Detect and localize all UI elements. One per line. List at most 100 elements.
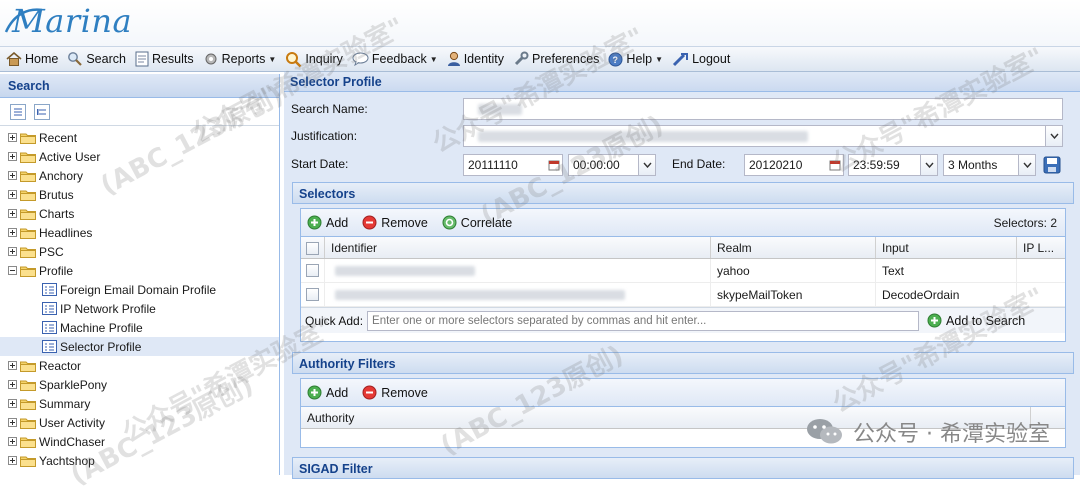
add-icon xyxy=(927,313,942,328)
tree-item-label: Brutus xyxy=(39,187,74,202)
row-checkbox[interactable] xyxy=(306,264,319,277)
quick-add-row: Quick Add: Enter one or more selectors s… xyxy=(301,307,1065,333)
date-range-dropdown-button[interactable] xyxy=(1018,155,1035,175)
remove-icon xyxy=(362,385,377,400)
column-header-realm[interactable]: Realm xyxy=(711,237,876,258)
justification-label: Justification: xyxy=(291,129,358,143)
column-header-input[interactable]: Input xyxy=(876,237,1017,258)
expand-all-button[interactable] xyxy=(10,103,26,120)
correlate-button[interactable]: Correlate xyxy=(442,215,512,230)
start-date-calendar-button[interactable] xyxy=(545,155,562,175)
date-range-select[interactable]: 3 Months xyxy=(943,154,1036,176)
save-button[interactable] xyxy=(1042,155,1062,175)
selectors-section-header[interactable]: Selectors xyxy=(292,182,1074,204)
folder-icon xyxy=(20,399,36,410)
realm-cell: yahoo xyxy=(711,259,876,282)
tree-folder[interactable]: Brutus xyxy=(0,185,279,204)
expand-toggle-icon[interactable] xyxy=(8,399,17,408)
collapse-all-icon xyxy=(37,108,46,115)
reports-menu[interactable]: Reports ▼ xyxy=(201,48,281,70)
expand-toggle-icon[interactable] xyxy=(8,361,17,370)
collapse-toggle-icon[interactable] xyxy=(8,266,17,275)
expand-toggle-icon[interactable] xyxy=(8,380,17,389)
expand-toggle-icon[interactable] xyxy=(8,418,17,427)
end-date-field[interactable]: 20120210 xyxy=(744,154,844,176)
tree-folder[interactable]: PSC xyxy=(0,242,279,261)
row-checkbox[interactable] xyxy=(306,288,319,301)
preferences-button[interactable]: Preferences xyxy=(511,48,603,70)
results-button[interactable]: Results xyxy=(133,48,198,70)
expand-toggle-icon[interactable] xyxy=(8,152,17,161)
tree-folder[interactable]: Profile xyxy=(0,261,279,280)
quick-add-label: Quick Add: xyxy=(305,313,364,328)
end-time-dropdown-button[interactable] xyxy=(920,155,937,175)
tree-leaf[interactable]: Machine Profile xyxy=(0,318,279,337)
end-date-label: End Date: xyxy=(672,157,726,171)
tree-item-label: Summary xyxy=(39,396,91,411)
expand-toggle-icon[interactable] xyxy=(8,190,17,199)
form-icon xyxy=(42,302,57,315)
reports-gear-icon xyxy=(205,53,217,65)
feedback-bubble-icon xyxy=(352,52,369,66)
end-time-field[interactable]: 23:59:59 xyxy=(848,154,938,176)
tree-folder[interactable]: Charts xyxy=(0,204,279,223)
help-menu[interactable]: ? Help ▼ xyxy=(606,48,667,70)
sigad-filter-section-header[interactable]: SIGAD Filter xyxy=(292,457,1074,479)
home-button[interactable]: Home xyxy=(4,48,62,70)
column-header-ip[interactable]: IP L... xyxy=(1017,237,1065,258)
selector-profile-panel: Selector Profile Search Name: Justificat… xyxy=(284,72,1080,479)
expand-toggle-icon[interactable] xyxy=(8,247,17,256)
logout-icon xyxy=(673,52,689,66)
search-button[interactable]: Search xyxy=(65,48,130,70)
tree-folder[interactable]: Yachtshop xyxy=(0,451,279,470)
tree-folder[interactable]: SparklePony xyxy=(0,375,279,394)
tree-folder[interactable]: User Activity xyxy=(0,413,279,432)
justification-dropdown-button[interactable] xyxy=(1045,126,1062,146)
authority-filters-section-header[interactable]: Authority Filters xyxy=(292,352,1074,374)
inquiry-magnifier-icon xyxy=(286,51,302,67)
add-authority-button[interactable]: Add xyxy=(307,385,348,400)
tree-leaf[interactable]: Foreign Email Domain Profile xyxy=(0,280,279,299)
tree-folder[interactable]: Headlines xyxy=(0,223,279,242)
select-all-checkbox[interactable] xyxy=(306,242,319,255)
expand-toggle-icon[interactable] xyxy=(8,228,17,237)
add-selector-button[interactable]: Add xyxy=(307,215,348,230)
inquiry-button[interactable]: Inquiry xyxy=(283,48,347,70)
results-icon xyxy=(135,51,149,67)
start-time-dropdown-button[interactable] xyxy=(638,155,655,175)
collapse-all-button[interactable] xyxy=(34,103,50,120)
tree-folder[interactable]: WindChaser xyxy=(0,432,279,451)
tree-folder[interactable]: Reactor xyxy=(0,356,279,375)
select-all-column[interactable] xyxy=(301,237,325,258)
end-date-calendar-button[interactable] xyxy=(826,155,843,175)
expand-toggle-icon[interactable] xyxy=(8,171,17,180)
feedback-menu[interactable]: Feedback ▼ xyxy=(350,48,442,70)
search-name-field[interactable] xyxy=(463,98,1063,120)
tree-folder[interactable]: Active User xyxy=(0,147,279,166)
expand-toggle-icon[interactable] xyxy=(8,209,17,218)
tree-folder[interactable]: Summary xyxy=(0,394,279,413)
expand-toggle-icon[interactable] xyxy=(8,437,17,446)
justification-combo[interactable] xyxy=(463,125,1063,147)
tree-folder[interactable]: Recent xyxy=(0,128,279,147)
tree-folder[interactable]: Anchory xyxy=(0,166,279,185)
ip-cell xyxy=(1017,283,1065,306)
identity-button[interactable]: Identity xyxy=(445,48,508,70)
remove-authority-button[interactable]: Remove xyxy=(362,385,428,400)
add-to-search-button[interactable]: Add to Search xyxy=(927,313,1025,328)
start-date-field[interactable]: 20111110 xyxy=(463,154,563,176)
quick-add-input[interactable]: Enter one or more selectors separated by… xyxy=(367,310,920,331)
table-row[interactable]: yahoo Text xyxy=(301,259,1065,283)
start-time-field[interactable]: 00:00:00 xyxy=(568,154,656,176)
tree-item-label: Recent xyxy=(39,130,78,145)
expand-toggle-icon[interactable] xyxy=(8,133,17,142)
table-row[interactable]: skypeMailToken DecodeOrdain xyxy=(301,283,1065,307)
expand-toggle-icon[interactable] xyxy=(8,456,17,465)
remove-selector-button[interactable]: Remove xyxy=(362,215,428,230)
tree-leaf[interactable]: Selector Profile xyxy=(0,337,279,356)
tree-leaf[interactable]: IP Network Profile xyxy=(0,299,279,318)
logout-button[interactable]: Logout xyxy=(670,48,734,70)
folder-icon xyxy=(20,171,36,182)
column-header-identifier[interactable]: Identifier xyxy=(325,237,711,258)
add-icon xyxy=(307,215,322,230)
